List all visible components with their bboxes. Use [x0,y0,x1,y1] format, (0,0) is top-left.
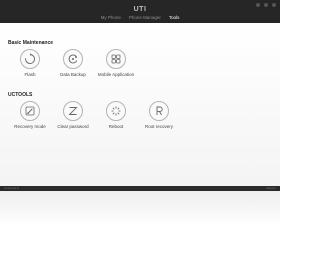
flash-icon [20,49,40,69]
flash-tool[interactable]: Flash [7,49,53,77]
section-title-uctools: UCTOOLS [8,92,33,98]
tab-tools[interactable]: Tools [169,15,180,21]
data-backup-label: Data Backup [60,72,86,77]
app-logo: UTI [133,6,147,13]
clear-password-tool[interactable]: Clear password [50,101,96,129]
data-backup-tool[interactable]: Data Backup [50,49,96,77]
clear-password-label: Clear password [57,124,89,129]
flash-label: Flash [24,72,36,77]
tools-panel: Basic Maintenance Flash Data Backup Mobi… [0,23,280,186]
tab-my-phone[interactable]: My Phone [101,15,121,21]
window-reflection [0,191,280,270]
minimize-button[interactable] [256,3,260,7]
window-controls [256,3,276,7]
backup-icon [63,49,83,69]
root-recovery-label: Root recovery [144,124,173,129]
section-title-basic-maintenance: Basic Maintenance [8,40,54,46]
recovery-mode-label: Recovery mode [14,124,46,129]
mobile-application-label: Mobile Application [97,72,135,77]
maximize-button[interactable] [264,3,268,7]
title-bar: UTI My Phone Phone Manager Tools [0,0,280,23]
clear-password-icon [63,101,83,121]
tab-phone-manager[interactable]: Phone Manager [129,15,161,21]
close-button[interactable] [272,3,276,7]
reboot-icon [106,101,126,121]
apps-icon [106,49,126,69]
root-recovery-icon [149,101,169,121]
mobile-application-tool[interactable]: Mobile Application [93,49,139,77]
recovery-mode-icon [20,101,40,121]
reboot-tool[interactable]: Reboot [93,101,139,129]
recovery-mode-tool[interactable]: Recovery mode [7,101,53,129]
reboot-label: Reboot [108,124,124,129]
main-nav: My Phone Phone Manager Tools [0,15,280,21]
root-recovery-tool[interactable]: Root recovery [136,101,182,129]
